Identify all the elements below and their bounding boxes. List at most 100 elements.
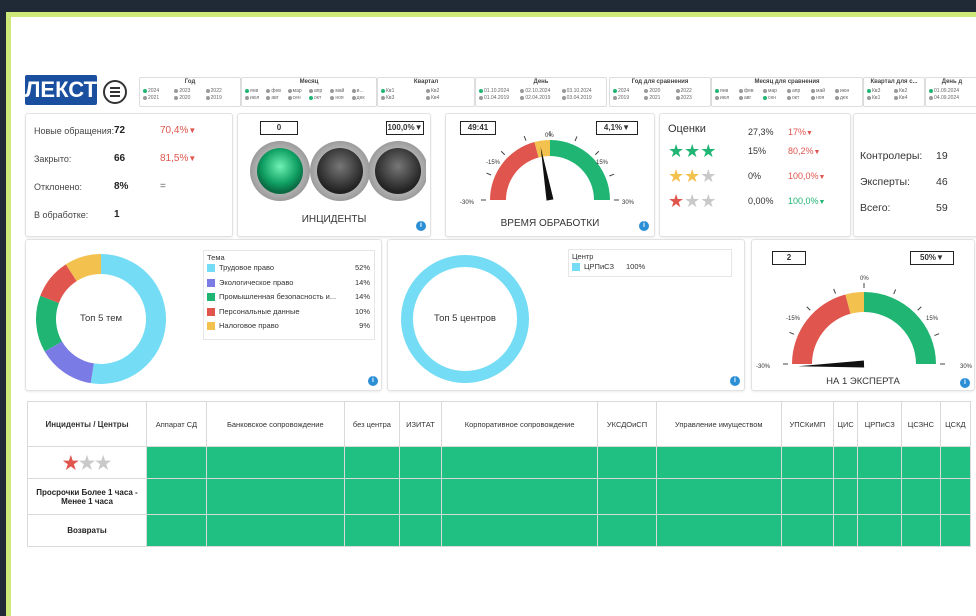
matrix-cell[interactable] <box>901 478 941 515</box>
slicer-item[interactable]: 03.04.2019 <box>561 95 592 101</box>
info-icon[interactable]: i <box>730 376 740 386</box>
matrix-cell[interactable] <box>440 478 599 515</box>
matrix-cell[interactable] <box>205 446 345 479</box>
matrix-cell[interactable] <box>399 446 442 479</box>
matrix-cell[interactable] <box>399 478 442 515</box>
matrix-cell[interactable] <box>832 514 859 547</box>
slicer-item[interactable]: авг <box>266 95 279 101</box>
matrix-cell[interactable] <box>146 446 207 479</box>
matrix-cell[interactable] <box>780 514 834 547</box>
slicer-item[interactable]: 2022 <box>675 88 692 94</box>
slicer-quarter[interactable]: Квартал Кв1 Кв2 Кв3 Кв4 <box>377 77 475 107</box>
legend-item[interactable]: Экологическое право <box>207 278 293 287</box>
slicer-item[interactable]: 01.09.2024 <box>929 88 959 94</box>
matrix-cell[interactable] <box>655 446 782 479</box>
slicer-item[interactable]: фев <box>266 88 281 94</box>
matrix-cell[interactable] <box>857 446 903 479</box>
slicer-item[interactable]: 2019 <box>613 95 629 101</box>
slicer-item[interactable]: 2021 <box>644 95 660 101</box>
matrix-cell[interactable] <box>205 478 345 515</box>
matrix-cell[interactable] <box>440 446 599 479</box>
slicer-item[interactable]: 2024 <box>143 88 159 94</box>
slicer-quarter_cmp[interactable]: Квартал для с... Кв3 Кв2 Кв1 Кв4 <box>863 77 925 107</box>
slicer-item[interactable]: 2020 <box>174 95 190 101</box>
matrix-cell[interactable] <box>901 514 941 547</box>
slicer-item[interactable]: 02.04.2019 <box>520 95 550 101</box>
matrix-cell[interactable] <box>832 478 859 515</box>
legend-item[interactable]: Трудовое право <box>207 263 274 273</box>
slicer-item[interactable]: окт <box>787 95 799 101</box>
slicer-item[interactable]: дек <box>351 95 365 101</box>
slicer-item[interactable]: Кв3 <box>381 95 394 101</box>
slicer-item[interactable]: апр <box>309 88 322 94</box>
slicer-item[interactable]: апр <box>787 88 800 94</box>
slicer-item[interactable]: и... <box>351 88 364 94</box>
slicer-item[interactable]: 2019 <box>205 95 222 101</box>
matrix-cell[interactable] <box>146 478 207 515</box>
slicer-item[interactable]: 2023 <box>174 88 190 94</box>
matrix-cell[interactable] <box>343 446 401 479</box>
slicer-item[interactable]: 01.10.2024 <box>479 88 509 94</box>
slicer-item[interactable]: Кв1 <box>867 95 880 101</box>
slicer-item[interactable]: 2023 <box>675 95 692 101</box>
slicer-month[interactable]: Месяц янв фев мар апр май и... июл авг сен окт ноя д… <box>241 77 377 107</box>
legend-item[interactable]: Промышленная безопасность и... <box>207 292 336 302</box>
donut-slice[interactable] <box>44 341 94 384</box>
matrix-cell[interactable] <box>399 514 442 547</box>
matrix-cell[interactable] <box>857 514 903 547</box>
slicer-item[interactable]: 2021 <box>143 95 159 101</box>
matrix-cell[interactable] <box>440 514 599 547</box>
slicer-day[interactable]: День 01.10.2024 02.10.2024 03.10.2024 01.04.… <box>475 77 607 107</box>
matrix-cell[interactable] <box>939 514 972 547</box>
slicer-item[interactable]: июл <box>715 95 729 101</box>
slicer-day_cmp[interactable]: День д 01.09.2024 04.09.2024 <box>925 77 976 107</box>
slicer-item[interactable]: ноя <box>811 95 824 101</box>
slicer-item[interactable]: авг <box>739 95 751 101</box>
slicer-item[interactable]: 02.10.2024 <box>520 88 550 94</box>
slicer-item[interactable]: май <box>811 88 825 94</box>
slicer-item[interactable]: май <box>330 88 344 94</box>
slicer-item[interactable]: 04.09.2024 <box>929 95 959 101</box>
slicer-item[interactable]: дек <box>835 95 848 101</box>
slicer-item[interactable]: сен <box>763 95 776 101</box>
matrix-cell[interactable] <box>597 446 657 479</box>
slicer-year[interactable]: Год 2024 2023 2022 2021 2020 2019 <box>139 77 241 107</box>
matrix-cell[interactable] <box>343 478 401 515</box>
slicer-item[interactable]: Кв4 <box>894 95 907 101</box>
slicer-item[interactable]: мар <box>287 88 302 94</box>
slicer-item[interactable]: Кв1 <box>381 88 394 94</box>
slicer-item[interactable]: янв <box>715 88 728 94</box>
slicer-item[interactable]: июн <box>835 88 849 94</box>
slicer-item[interactable]: окт <box>309 95 321 101</box>
matrix-cell[interactable] <box>205 514 345 547</box>
matrix-cell[interactable] <box>939 446 972 479</box>
matrix-cell[interactable] <box>939 478 972 515</box>
info-icon[interactable]: i <box>639 221 649 231</box>
slicer-item[interactable]: 2022 <box>205 88 222 94</box>
info-icon[interactable]: i <box>368 376 378 386</box>
matrix-cell[interactable] <box>655 514 782 547</box>
slicer-item[interactable]: июл <box>245 95 259 101</box>
legend-item[interactable]: Персональные данные <box>207 307 300 316</box>
matrix-cell[interactable] <box>655 478 782 515</box>
matrix-cell[interactable] <box>780 446 834 479</box>
legend-item[interactable]: Налоговое право <box>207 321 279 331</box>
slicer-item[interactable]: фев <box>739 88 754 94</box>
slicer-item[interactable]: ноя <box>330 95 344 101</box>
slicer-item[interactable]: Кв3 <box>867 88 880 94</box>
legend-item[interactable]: ЦРПиСЗ 100% <box>572 262 645 272</box>
slicer-item[interactable]: 2024 <box>613 88 629 94</box>
slicer-month_cmp[interactable]: Месяц для сравнения янв фев мар апр май июн июл… <box>711 77 863 107</box>
slicer-item[interactable]: Кв2 <box>894 88 907 94</box>
matrix-cell[interactable] <box>832 446 859 479</box>
slicer-year_cmp[interactable]: Год для сравнения 2024 2020 2022 2019 2021 202… <box>609 77 711 107</box>
slicer-item[interactable]: янв <box>245 88 258 94</box>
matrix-cell[interactable] <box>597 514 657 547</box>
info-icon[interactable]: i <box>960 378 970 388</box>
slicer-item[interactable]: Кв2 <box>426 88 439 94</box>
slicer-item[interactable]: 01.04.2019 <box>479 95 509 101</box>
slicer-item[interactable]: Кв4 <box>426 95 439 101</box>
matrix-cell[interactable] <box>901 446 941 479</box>
slicer-item[interactable]: мар <box>763 88 777 94</box>
slicer-item[interactable]: 03.10.2024 <box>561 88 592 94</box>
